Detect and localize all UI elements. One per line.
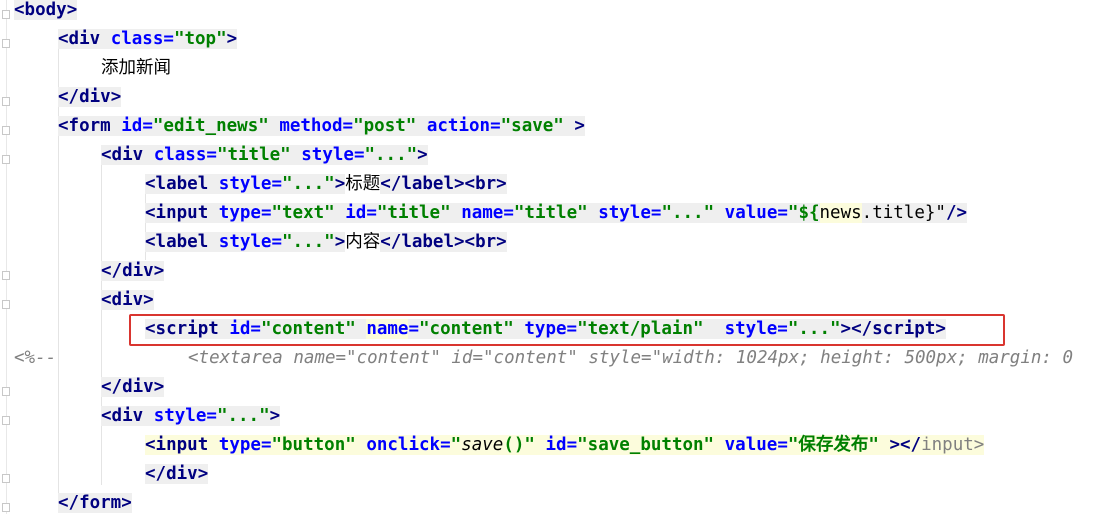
code-line-13[interactable]: <%-- [14,344,56,373]
fold-marker[interactable] [2,126,10,135]
fold-marker[interactable] [2,97,10,106]
fold-marker[interactable] [2,416,10,425]
fold-marker[interactable] [2,503,10,512]
code-line-5[interactable]: <form id="edit_news" method="post" actio… [58,112,585,141]
code-line-16[interactable]: <input type="button" onclick="save()" id… [145,431,985,460]
code-line-1[interactable]: <body> [14,0,78,25]
fold-marker[interactable] [2,300,10,309]
fold-marker[interactable] [2,271,10,280]
indent-guide [101,145,102,485]
code-line-2[interactable]: <div class="top"> [58,25,238,54]
gutter-line [6,0,7,514]
fold-marker[interactable] [2,10,10,19]
fold-marker[interactable] [2,155,10,164]
code-line-7[interactable]: <label style="...">标题</label><br> [145,170,507,199]
fold-marker[interactable] [2,39,10,48]
code-line-10[interactable]: </div> [101,257,165,286]
highlight-box [129,314,1005,346]
code-line-9[interactable]: <label style="...">内容</label><br> [145,228,507,257]
code-line-11[interactable]: <div> [101,286,154,315]
code-line-13-body[interactable]: <textarea name="content" id="content" st… [188,344,1073,373]
editor-gutter [0,0,14,514]
code-line-6[interactable]: <div class="title" style="..."> [101,141,428,170]
code-line-8[interactable]: <input type="text" id="title" name="titl… [145,199,968,228]
code-line-15[interactable]: <div style="..."> [101,402,281,431]
code-line-17[interactable]: </div> [145,460,209,489]
fold-marker[interactable] [2,387,10,396]
fold-marker[interactable] [2,474,10,483]
code-editor[interactable]: <body> <div class="top"> 添加新闻 </div> <fo… [14,0,1118,514]
code-line-14[interactable]: </div> [101,373,165,402]
code-line-4[interactable]: </div> [58,83,122,112]
code-line-3[interactable]: 添加新闻 [101,54,171,83]
